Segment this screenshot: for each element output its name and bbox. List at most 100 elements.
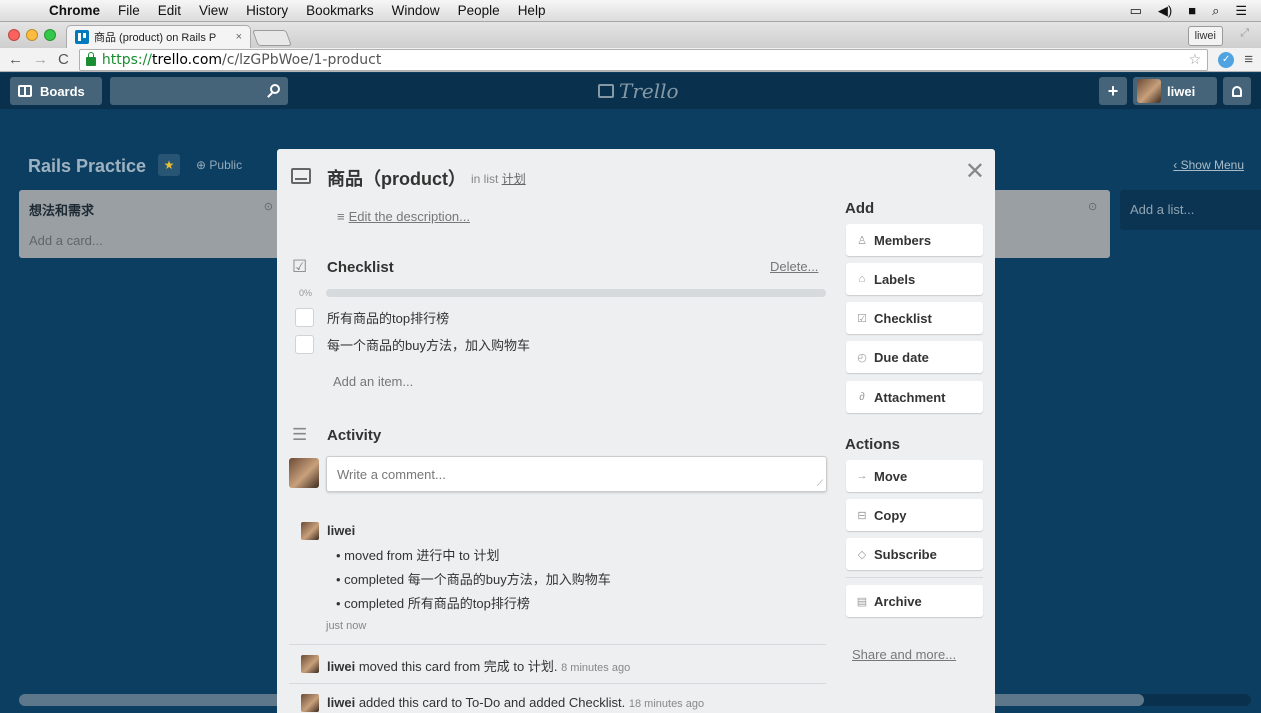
avatar: [301, 694, 319, 712]
checkbox[interactable]: [295, 308, 314, 327]
address-bar[interactable]: https://trello.com/c/lzGPbWoe/1-product …: [78, 48, 1209, 71]
menu-app-name[interactable]: Chrome: [40, 3, 109, 18]
back-icon[interactable]: ←: [8, 51, 23, 68]
star-icon[interactable]: ★: [158, 154, 180, 176]
activity-user[interactable]: liwei: [327, 523, 355, 538]
chevron-left-icon: ‹: [1173, 158, 1181, 172]
list-name[interactable]: 想法和需求: [29, 200, 94, 219]
url-host: trello.com: [152, 51, 223, 68]
activity-item-text: completed 每一个商品的buy方法，加入购物车: [344, 572, 611, 587]
menu-view[interactable]: View: [190, 3, 237, 18]
zoom-window-icon[interactable]: [44, 29, 56, 41]
activity-entry-text: added this card to To-Do and added Check…: [358, 695, 626, 710]
resize-handle-icon[interactable]: ⟋: [817, 478, 823, 489]
visibility-button[interactable]: ⊕ Public: [196, 158, 242, 172]
browser-tab-strip: 商品 (product) on Rails P × liwei ⤢: [0, 22, 1261, 48]
trello-logo-icon: [598, 84, 614, 98]
menu-bookmarks[interactable]: Bookmarks: [297, 3, 383, 18]
activity-timestamp[interactable]: just now: [326, 620, 366, 632]
add-card-link[interactable]: Add a card...: [29, 233, 103, 248]
bookmark-star-icon[interactable]: ☆: [1189, 52, 1202, 68]
list-menu-icon[interactable]: ⊙: [264, 200, 273, 213]
close-window-icon[interactable]: [8, 29, 20, 41]
tab-title: 商品 (product) on Rails P: [94, 32, 217, 44]
subscribe-button[interactable]: ◇ Subscribe: [846, 538, 983, 570]
move-button[interactable]: → Move: [846, 460, 983, 492]
checklist-button[interactable]: ☑ Checklist: [846, 302, 983, 334]
move-label: Move: [874, 468, 908, 484]
notification-list-icon[interactable]: ☰: [1235, 3, 1247, 19]
checklist-progress-bar: [326, 289, 826, 297]
paperclip-icon: ∂: [859, 391, 865, 403]
members-button[interactable]: ♙ Members: [846, 224, 983, 256]
attachment-button[interactable]: ∂ Attachment: [846, 381, 983, 413]
comment-input[interactable]: Write a comment... ⟋: [326, 456, 827, 492]
forward-icon[interactable]: →: [33, 51, 48, 68]
tag-icon: ⌂: [858, 273, 866, 285]
in-list-prefix: in list: [471, 172, 499, 186]
delete-checklist-link[interactable]: Delete...: [770, 259, 818, 274]
copy-button[interactable]: ⊟ Copy: [846, 499, 983, 531]
app-badge-icon[interactable]: ■: [1188, 3, 1196, 19]
visibility-label: Public: [209, 158, 243, 172]
checklist-progress-percent: 0%: [299, 288, 313, 298]
browser-tab[interactable]: 商品 (product) on Rails P ×: [66, 25, 251, 48]
menu-people[interactable]: People: [449, 3, 509, 18]
avatar: [1137, 79, 1161, 103]
menu-window[interactable]: Window: [383, 3, 449, 18]
menu-edit[interactable]: Edit: [149, 3, 190, 18]
list-menu-icon[interactable]: ⊙: [1088, 200, 1097, 213]
archive-button[interactable]: ▤ Archive: [846, 585, 983, 617]
activity-timestamp[interactable]: 8 minutes ago: [561, 662, 630, 674]
add-item-link[interactable]: Add an item...: [333, 374, 413, 389]
reload-icon[interactable]: C: [58, 51, 69, 68]
activity-user[interactable]: liwei: [327, 695, 355, 710]
add-list-button[interactable]: Add a list...: [1120, 190, 1261, 230]
due-date-label: Due date: [874, 349, 929, 365]
activity-timestamp[interactable]: 18 minutes ago: [629, 698, 704, 710]
labels-button[interactable]: ⌂ Labels: [846, 263, 983, 295]
share-and-more-link[interactable]: Share and more...: [852, 647, 956, 662]
screen-icon[interactable]: ▭: [1130, 3, 1142, 19]
card-title[interactable]: 商品（product）: [327, 165, 466, 191]
boards-button[interactable]: Boards: [10, 77, 102, 105]
member-menu-button[interactable]: liwei: [1133, 77, 1217, 105]
spotlight-icon[interactable]: ⌕: [1212, 3, 1219, 19]
extension-icon[interactable]: ✓: [1218, 51, 1235, 68]
checklist-title[interactable]: Checklist: [327, 259, 394, 276]
activity-item: • completed 所有商品的top排行榜: [336, 596, 530, 611]
minimize-window-icon[interactable]: [26, 29, 38, 41]
menu-history[interactable]: History: [237, 3, 297, 18]
tab-close-icon[interactable]: ×: [236, 31, 242, 43]
checklist-item[interactable]: 每一个商品的buy方法，加入购物车: [295, 335, 530, 354]
activity-entry: liwei added this card to To-Do and added…: [327, 695, 704, 710]
card-icon: [291, 168, 311, 184]
menu-file[interactable]: File: [109, 3, 149, 18]
show-menu-link[interactable]: ‹ Show Menu: [1173, 158, 1244, 172]
list-partial: ⊙: [992, 190, 1110, 258]
close-icon[interactable]: ✕: [965, 157, 985, 186]
list-name-link[interactable]: 计划: [502, 172, 526, 186]
notifications-button[interactable]: [1223, 77, 1251, 105]
checklist-item-text[interactable]: 每一个商品的buy方法，加入购物车: [327, 335, 530, 354]
trello-logo[interactable]: Trello: [598, 79, 679, 103]
volume-icon[interactable]: ◀): [1158, 3, 1172, 19]
show-menu-label: Show Menu: [1180, 158, 1244, 172]
new-tab-button[interactable]: [252, 30, 292, 46]
due-date-button[interactable]: ◴ Due date: [846, 341, 983, 373]
board-search-input[interactable]: [110, 77, 288, 105]
checklist-item-text[interactable]: 所有商品的top排行榜: [327, 308, 449, 327]
checkbox[interactable]: [295, 335, 314, 354]
activity-entry: liwei moved this card from 完成 to 计划. 8 m…: [327, 656, 630, 675]
chrome-menu-icon[interactable]: ≡: [1244, 51, 1253, 68]
add-button[interactable]: +: [1099, 77, 1127, 105]
profile-button[interactable]: liwei: [1187, 26, 1223, 46]
menu-help[interactable]: Help: [509, 3, 555, 18]
activity-item-text: completed 所有商品的top排行榜: [344, 596, 530, 611]
member-name: liwei: [1167, 83, 1196, 99]
checklist-item[interactable]: 所有商品的top排行榜: [295, 308, 449, 327]
activity-user[interactable]: liwei: [327, 659, 355, 674]
board-title[interactable]: Rails Practice: [28, 156, 146, 177]
edit-description-link[interactable]: ≡ Edit the description...: [337, 209, 470, 224]
fullscreen-icon[interactable]: ⤢: [1240, 27, 1249, 40]
